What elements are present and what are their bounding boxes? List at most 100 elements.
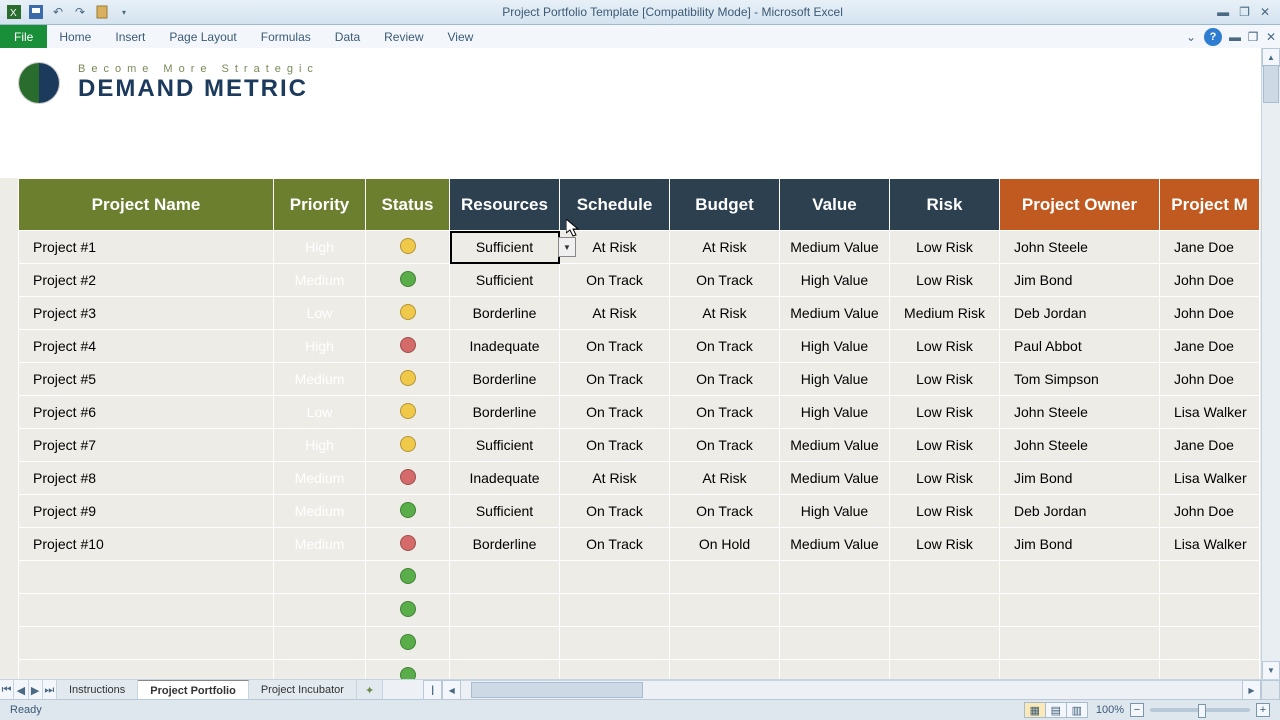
paste-icon[interactable]: [94, 4, 110, 20]
portfolio-table[interactable]: Project NamePriorityStatusResourcesSched…: [18, 178, 1260, 680]
cell[interactable]: Deb Jordan: [1000, 495, 1160, 528]
cell[interactable]: John Steele: [1000, 429, 1160, 462]
cell[interactable]: Tom Simpson: [1000, 363, 1160, 396]
cell[interactable]: [19, 627, 274, 660]
cell[interactable]: High Value: [780, 495, 890, 528]
sheet-nav-next-icon[interactable]: ▶: [29, 680, 43, 700]
cell[interactable]: Project #5: [19, 363, 274, 396]
cell[interactable]: Jane Doe: [1160, 231, 1260, 264]
cell[interactable]: [274, 561, 366, 594]
cell[interactable]: Low: [274, 297, 366, 330]
col-header[interactable]: Project Owner: [1000, 179, 1160, 231]
cell[interactable]: Medium Value: [780, 462, 890, 495]
col-header[interactable]: Budget: [670, 179, 780, 231]
scroll-right-button[interactable]: ▶: [1242, 680, 1261, 700]
status-cell[interactable]: [366, 462, 450, 495]
horizontal-scrollbar[interactable]: ┃ ◀ ▶: [423, 680, 1280, 700]
status-cell[interactable]: [366, 429, 450, 462]
cell[interactable]: Project #7: [19, 429, 274, 462]
cell[interactable]: [1160, 594, 1260, 627]
cell[interactable]: [1160, 627, 1260, 660]
col-header[interactable]: Risk: [890, 179, 1000, 231]
cell[interactable]: Inadequate: [450, 330, 560, 363]
cell[interactable]: Medium Value: [780, 528, 890, 561]
cell[interactable]: Medium: [274, 495, 366, 528]
cell[interactable]: Medium Value: [780, 429, 890, 462]
cell[interactable]: On Track: [560, 264, 670, 297]
cell[interactable]: High Value: [780, 396, 890, 429]
col-header[interactable]: Priority: [274, 179, 366, 231]
cell[interactable]: Sufficient: [450, 429, 560, 462]
cell[interactable]: Project #3: [19, 297, 274, 330]
ribbon-minimize-icon[interactable]: ⌄: [1182, 25, 1200, 49]
cell[interactable]: On Track: [670, 495, 780, 528]
zoom-slider[interactable]: [1150, 708, 1250, 712]
status-cell[interactable]: [366, 495, 450, 528]
cell[interactable]: [366, 660, 450, 681]
new-sheet-button[interactable]: ✦: [357, 680, 383, 700]
cell[interactable]: On Track: [670, 363, 780, 396]
restore-button[interactable]: ❐: [1239, 5, 1250, 19]
table-row[interactable]: Project #2MediumSufficientOn TrackOn Tra…: [19, 264, 1260, 297]
sheet-tab[interactable]: Instructions: [57, 680, 138, 700]
col-header[interactable]: Status: [366, 179, 450, 231]
cell[interactable]: On Track: [560, 528, 670, 561]
workbook-minimize-icon[interactable]: ▬: [1226, 25, 1244, 49]
cell[interactable]: [366, 627, 450, 660]
tab-page-layout[interactable]: Page Layout: [157, 25, 248, 49]
cell[interactable]: Low Risk: [890, 264, 1000, 297]
tab-insert[interactable]: Insert: [103, 25, 157, 49]
worksheet-area[interactable]: Become More Strategic DEMAND METRIC Proj…: [0, 48, 1262, 680]
cell[interactable]: Medium Value: [780, 231, 890, 264]
cell[interactable]: [1000, 660, 1160, 681]
cell[interactable]: Low Risk: [890, 429, 1000, 462]
view-normal-icon[interactable]: ▦: [1025, 703, 1046, 717]
tab-home[interactable]: Home: [47, 25, 103, 49]
vscroll-thumb[interactable]: [1263, 65, 1279, 103]
table-row[interactable]: [19, 627, 1260, 660]
cell[interactable]: High Value: [780, 330, 890, 363]
sheet-tab[interactable]: Project Incubator: [249, 680, 357, 700]
cell[interactable]: [1000, 627, 1160, 660]
scroll-left-button[interactable]: ◀: [442, 680, 461, 700]
cell[interactable]: Medium: [274, 528, 366, 561]
view-page-break-icon[interactable]: ▥: [1067, 703, 1087, 717]
status-cell[interactable]: [366, 264, 450, 297]
cell[interactable]: On Hold: [670, 528, 780, 561]
cell[interactable]: John Doe: [1160, 495, 1260, 528]
cell[interactable]: On Track: [670, 429, 780, 462]
cell[interactable]: Inadequate: [450, 462, 560, 495]
table-row[interactable]: Project #7HighSufficientOn TrackOn Track…: [19, 429, 1260, 462]
cell[interactable]: Low Risk: [890, 528, 1000, 561]
cell[interactable]: High: [274, 429, 366, 462]
cell[interactable]: Borderline: [450, 396, 560, 429]
cell[interactable]: [1160, 561, 1260, 594]
cell[interactable]: [560, 660, 670, 681]
cell[interactable]: Lisa Walker: [1160, 396, 1260, 429]
table-row[interactable]: Project #9MediumSufficientOn TrackOn Tra…: [19, 495, 1260, 528]
cell[interactable]: Medium: [274, 462, 366, 495]
cell[interactable]: Sufficient: [450, 264, 560, 297]
cell[interactable]: Jim Bond: [1000, 462, 1160, 495]
zoom-slider-knob[interactable]: [1198, 704, 1206, 718]
table-row[interactable]: Project #1HighSufficient▼At RiskAt RiskM…: [19, 231, 1260, 264]
cell[interactable]: [366, 594, 450, 627]
cell[interactable]: [780, 594, 890, 627]
sheet-nav-first-icon[interactable]: ⏮: [0, 680, 14, 700]
cell[interactable]: [19, 660, 274, 681]
tab-review[interactable]: Review: [372, 25, 435, 49]
cell[interactable]: [450, 627, 560, 660]
cell[interactable]: [890, 627, 1000, 660]
qat-dropdown-icon[interactable]: ▾: [116, 4, 132, 20]
col-header[interactable]: Project Name: [19, 179, 274, 231]
cell[interactable]: Medium: [274, 363, 366, 396]
cell[interactable]: [366, 561, 450, 594]
cell[interactable]: [1000, 594, 1160, 627]
cell[interactable]: High Value: [780, 264, 890, 297]
cell[interactable]: Jane Doe: [1160, 429, 1260, 462]
cell[interactable]: Paul Abbot: [1000, 330, 1160, 363]
save-icon[interactable]: [28, 4, 44, 20]
status-cell[interactable]: [366, 528, 450, 561]
table-row[interactable]: Project #6LowBorderlineOn TrackOn TrackH…: [19, 396, 1260, 429]
table-row[interactable]: [19, 594, 1260, 627]
